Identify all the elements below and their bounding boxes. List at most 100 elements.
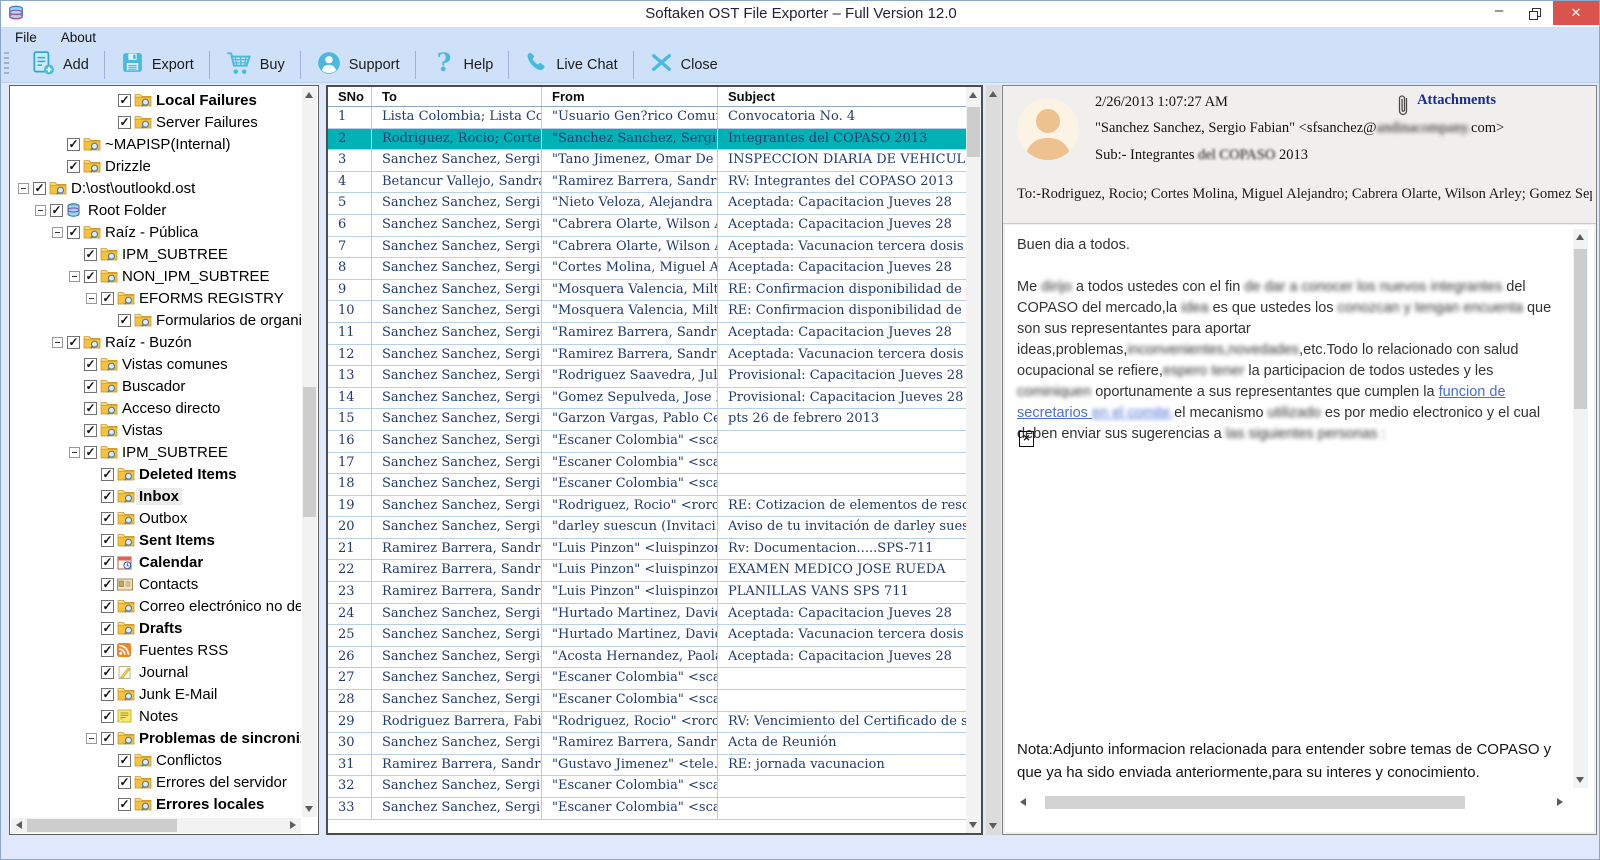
mail-row-2[interactable]: 2Rodriguez, Rocio; Cortes ..."Sanchez Sa… (328, 129, 966, 151)
checked-checkbox[interactable]: ✓ (101, 666, 114, 679)
column-header-sno[interactable]: SNo (328, 87, 372, 106)
checked-checkbox[interactable]: ✓ (101, 512, 114, 525)
tree-item-label[interactable]: Drizzle (102, 158, 154, 175)
tree-item-deleted-items[interactable]: ✓ Deleted Items (12, 463, 301, 485)
tree-item-junk-e-mail[interactable]: ✓Junk E-Mail (12, 683, 301, 705)
menu-item-about[interactable]: About (61, 30, 96, 45)
minimize-button[interactable]: – (1483, 1, 1515, 25)
mail-row-15[interactable]: 15Sanchez Sanchez, Sergio F..."Garzon Va… (328, 409, 966, 431)
mail-row-17[interactable]: 17Sanchez Sanchez, Sergio F..."Escaner C… (328, 453, 966, 475)
tree-item-label[interactable]: Sent Items (136, 532, 218, 549)
collapse-expander-icon[interactable] (69, 271, 80, 282)
tree-item-buscador[interactable]: ✓ Buscador (12, 375, 301, 397)
scroll-left-arrow-icon[interactable] (16, 821, 22, 829)
tree-item-fuentes-rss[interactable]: ✓Fuentes RSS (12, 639, 301, 661)
scroll-right-arrow-icon[interactable] (290, 821, 296, 829)
column-header-from[interactable]: From (542, 87, 718, 106)
tree-item-calendar[interactable]: ✓Calendar (12, 551, 301, 573)
mail-row-5[interactable]: 5Sanchez Sanchez, Sergio F..."Nieto Velo… (328, 193, 966, 215)
checked-checkbox[interactable]: ✓ (101, 468, 114, 481)
tree-item-label[interactable]: Buscador (119, 378, 188, 395)
tree-item-label[interactable]: Contacts (136, 576, 201, 593)
tree-item-contacts[interactable]: ✓Contacts (12, 573, 301, 595)
tree-item-outbox[interactable]: ✓Outbox (12, 507, 301, 529)
tree-horizontal-scrollbar[interactable] (11, 818, 301, 833)
tree-item-correo-electr-nico-no-deseado[interactable]: ✓Correo electrónico no deseado (12, 595, 301, 617)
toolbar-button-export[interactable]: Export (105, 49, 209, 81)
tree-item-label[interactable]: EFORMS REGISTRY (136, 290, 287, 307)
collapse-expander-icon[interactable] (86, 733, 97, 744)
collapse-expander-icon[interactable] (52, 337, 63, 348)
checked-checkbox[interactable]: ✓ (84, 380, 97, 393)
checked-checkbox[interactable]: ✓ (67, 226, 80, 239)
tree-item-ipm-subtree[interactable]: ✓IPM_SUBTREE (12, 243, 301, 265)
checked-checkbox[interactable]: ✓ (84, 358, 97, 371)
collapse-expander-icon[interactable] (69, 447, 80, 458)
checked-checkbox[interactable]: ✓ (101, 732, 114, 745)
mail-row-18[interactable]: 18Sanchez Sanchez, Sergio F..."Escaner C… (328, 474, 966, 496)
tree-item-local-failures[interactable]: ✓Local Failures (12, 89, 301, 111)
tree-item-label[interactable]: Conflictos (153, 752, 225, 769)
tree-item-label[interactable]: Server Failures (153, 114, 261, 131)
tree-item-label[interactable]: Deleted Items (136, 466, 240, 483)
mail-row-12[interactable]: 12Sanchez Sanchez, Sergio F..."Ramirez B… (328, 345, 966, 367)
mail-row-25[interactable]: 25Sanchez Sanchez, Sergio F..."Hurtado M… (328, 625, 966, 647)
mail-row-13[interactable]: 13Sanchez Sanchez, Sergio F..."Rodriguez… (328, 366, 966, 388)
checked-checkbox[interactable]: ✓ (118, 314, 131, 327)
scroll-up-arrow-icon[interactable] (305, 92, 313, 98)
tree-vscroll-thumb[interactable] (303, 387, 316, 517)
mail-row-8[interactable]: 8Sanchez Sanchez, Sergio F..."Cortes Mol… (328, 258, 966, 280)
checked-checkbox[interactable]: ✓ (118, 94, 131, 107)
mail-row-3[interactable]: 3Sanchez Sanchez, Sergio F..."Tano Jimen… (328, 150, 966, 172)
mail-row-11[interactable]: 11Sanchez Sanchez, Sergio F..."Ramirez B… (328, 323, 966, 345)
checked-checkbox[interactable]: ✓ (84, 446, 97, 459)
mail-row-32[interactable]: 32Sanchez Sanchez, Sergio F..."Escaner C… (328, 776, 966, 798)
tree-item-ra-z-buz-n[interactable]: ✓Raíz - Buzón (12, 331, 301, 353)
column-header-to[interactable]: To (372, 87, 542, 106)
mail-row-30[interactable]: 30Sanchez Sanchez, Sergio F..."Ramirez B… (328, 733, 966, 755)
tree-item-label[interactable]: Vistas comunes (119, 356, 231, 373)
mail-row-14[interactable]: 14Sanchez Sanchez, Sergio F..."Gomez Sep… (328, 388, 966, 410)
tree-item-inbox[interactable]: ✓Inbox (12, 485, 301, 507)
scroll-down-arrow-icon[interactable] (1576, 777, 1584, 783)
checked-checkbox[interactable]: ✓ (101, 490, 114, 503)
toolbar-button-close[interactable]: Close (634, 49, 733, 81)
tree-vertical-scrollbar[interactable] (302, 87, 317, 817)
mail-row-24[interactable]: 24Sanchez Sanchez, Sergio F..."Hurtado M… (328, 604, 966, 626)
mail-row-31[interactable]: 31Ramirez Barrera, Sandra ..."Gustavo Ji… (328, 755, 966, 777)
toolbar-button-support[interactable]: Support (301, 49, 415, 81)
collapse-expander-icon[interactable] (52, 227, 63, 238)
tree-item-label[interactable]: Notes (136, 708, 181, 725)
checked-checkbox[interactable]: ✓ (101, 556, 114, 569)
toolbar-button-buy[interactable]: Buy (210, 49, 300, 81)
checked-checkbox[interactable]: ✓ (101, 600, 114, 613)
toolbar-grip[interactable] (4, 52, 9, 77)
tree-item-label[interactable]: Vistas (119, 422, 166, 439)
checked-checkbox[interactable]: ✓ (67, 160, 80, 173)
collapse-expander-icon[interactable] (86, 293, 97, 304)
checked-checkbox[interactable]: ✓ (84, 424, 97, 437)
tree-item-label[interactable]: Raíz - Pública (102, 224, 201, 241)
tree-item-ipm-subtree[interactable]: ✓IPM_SUBTREE (12, 441, 301, 463)
tree-item-label[interactable]: Journal (136, 664, 191, 681)
tree-item-journal[interactable]: ✓ Journal (12, 661, 301, 683)
checked-checkbox[interactable]: ✓ (101, 688, 114, 701)
attachments[interactable]: Attachments (1397, 92, 1496, 123)
tree-item-notes[interactable]: ✓Notes (12, 705, 301, 727)
tree-item-errores-del-servidor[interactable]: ✓Errores del servidor (12, 771, 301, 793)
menu-item-file[interactable]: File (15, 30, 37, 45)
tree-item-label[interactable]: D:\ost\outlookd.ost (68, 180, 198, 197)
tree-item-acceso-directo[interactable]: ✓Acceso directo (12, 397, 301, 419)
mail-row-22[interactable]: 22Ramirez Barrera, Sandra ..."Luis Pinzo… (328, 560, 966, 582)
tree-item-vistas[interactable]: ✓ Vistas (12, 419, 301, 441)
tree-item-label[interactable]: Acceso directo (119, 400, 223, 417)
checked-checkbox[interactable]: ✓ (50, 204, 63, 217)
checked-checkbox[interactable]: ✓ (67, 138, 80, 151)
tree-item-label[interactable]: IPM_SUBTREE (119, 246, 231, 263)
mail-row-6[interactable]: 6Sanchez Sanchez, Sergio F..."Cabrera Ol… (328, 215, 966, 237)
collapse-expander-icon[interactable] (18, 183, 29, 194)
tree-item-label[interactable]: Errores del servidor (153, 774, 290, 791)
checked-checkbox[interactable]: ✓ (118, 754, 131, 767)
tree-item-root-folder[interactable]: ✓Root Folder (12, 199, 301, 221)
tree-item-mapisp-internal[interactable]: ✓~MAPISP(Internal) (12, 133, 301, 155)
